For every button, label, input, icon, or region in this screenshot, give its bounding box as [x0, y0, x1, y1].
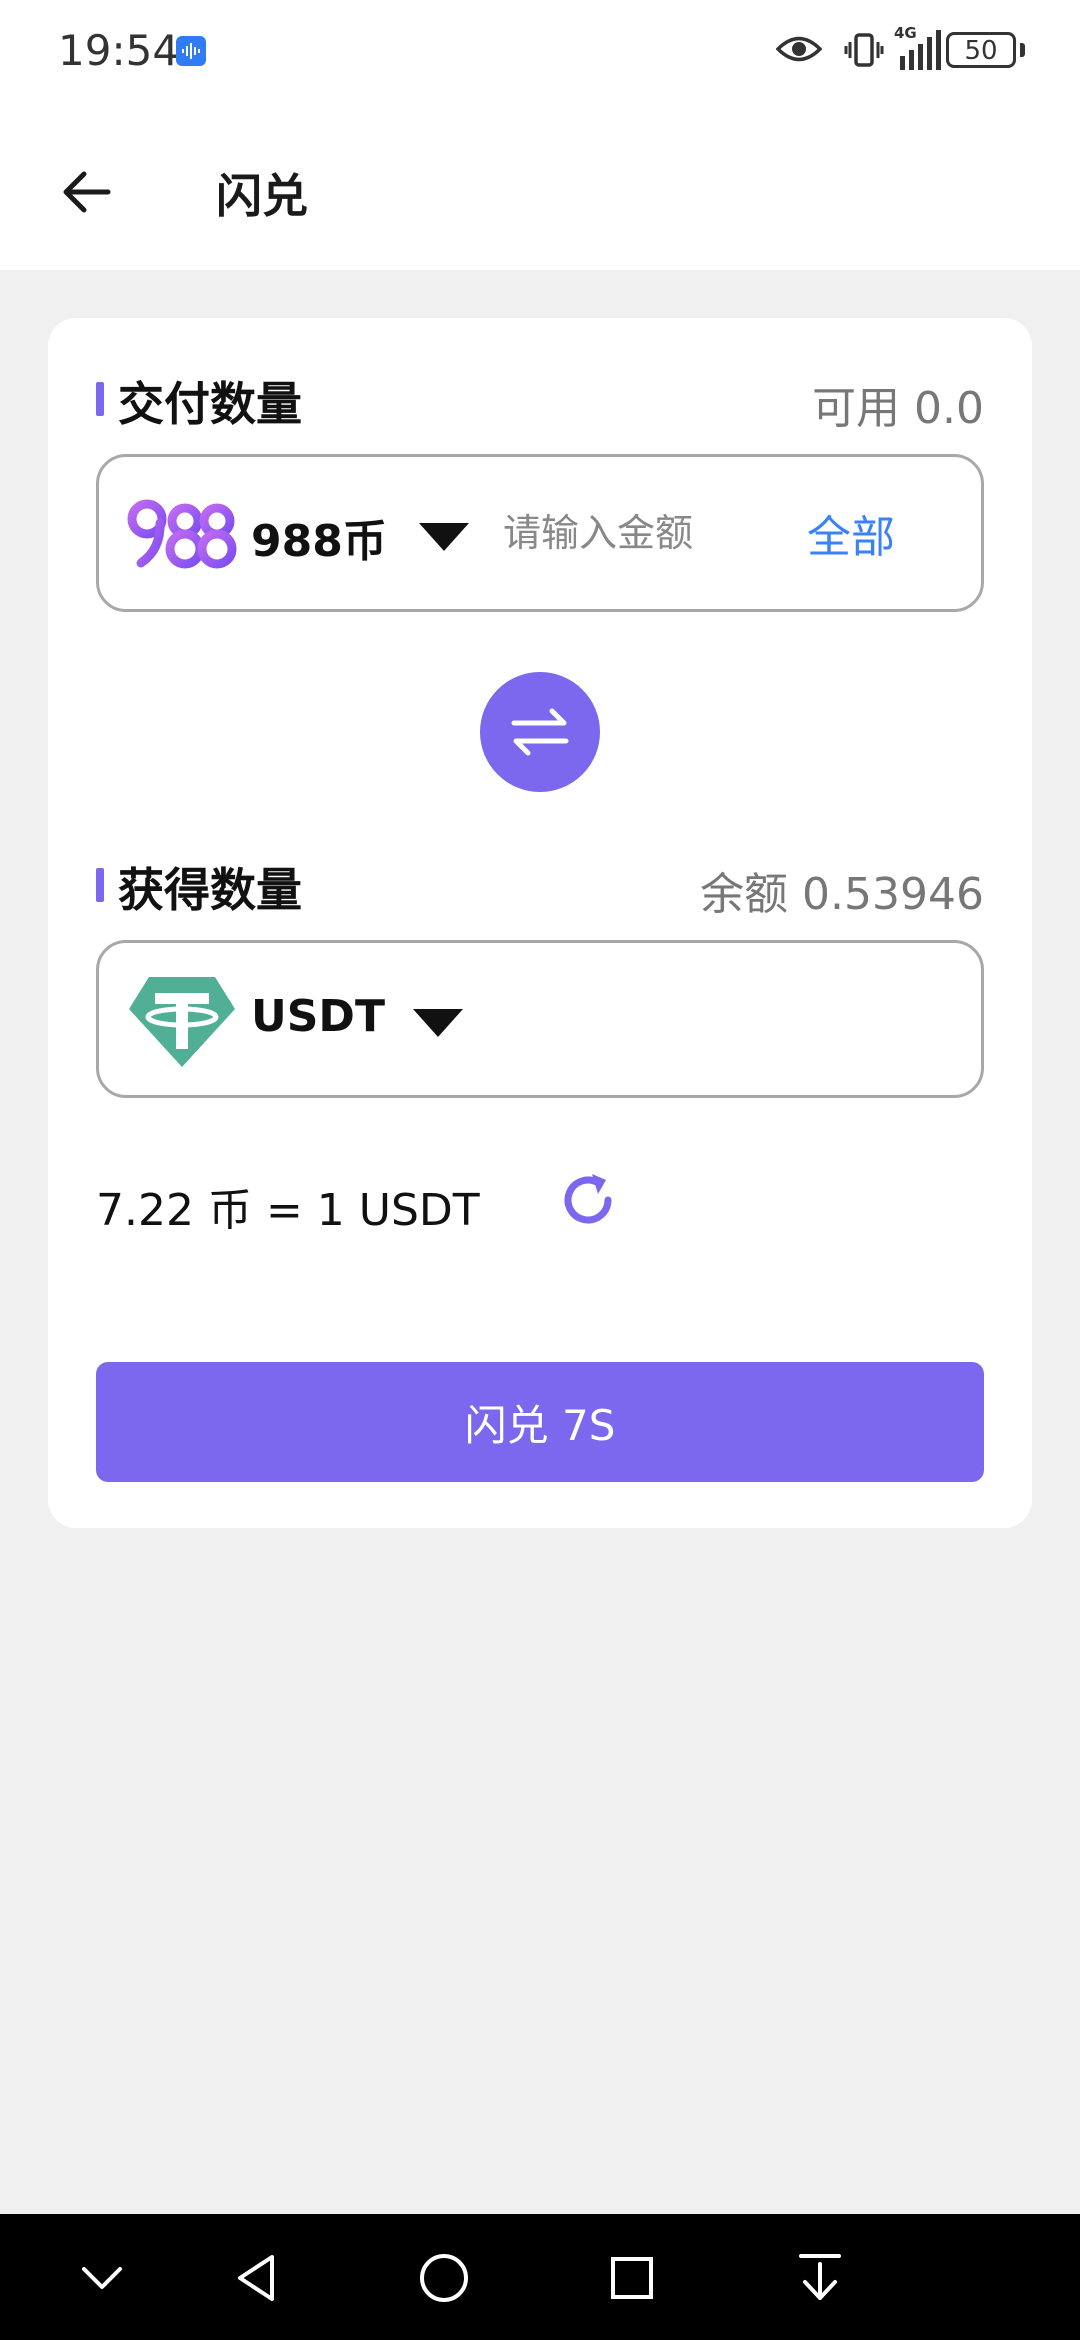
dropdown-arrow-icon[interactable]	[413, 1009, 463, 1037]
pay-coin-box: 988币 全部	[96, 454, 984, 612]
signal-icon	[900, 30, 941, 70]
back-button[interactable]	[48, 154, 124, 230]
receive-balance: 余额 0.53946	[700, 869, 984, 920]
download-arrow-icon	[799, 2254, 841, 2300]
nav-home-button[interactable]	[412, 2246, 476, 2310]
system-nav-bar	[0, 2214, 1080, 2340]
swap-button[interactable]	[480, 672, 600, 792]
nav-back-button[interactable]	[224, 2246, 288, 2310]
receive-section-title: 获得数量	[118, 863, 302, 917]
swap-arrows-icon	[511, 708, 569, 756]
recents-square-icon	[611, 2257, 653, 2299]
battery-tip	[1020, 43, 1025, 57]
exchange-rate-row: 7.22 币 = 1 USDT	[96, 1168, 696, 1238]
back-triangle-icon	[238, 2255, 274, 2301]
screen: 19:54 4G 50 闪兑 交付数量 可用 0.0 988币 请输入金额 全部…	[0, 0, 1080, 2340]
header: 闪兑	[0, 110, 1080, 270]
nav-download-button[interactable]	[788, 2246, 852, 2310]
page-title: 闪兑	[216, 169, 308, 223]
chevron-down-icon	[82, 2267, 122, 2289]
all-button[interactable]: 全部	[807, 501, 895, 565]
section-accent-bar	[96, 382, 104, 416]
status-bar: 19:54 4G 50	[0, 0, 1080, 110]
dropdown-arrow-icon[interactable]	[419, 523, 469, 551]
exchange-card: 交付数量 可用 0.0 988币 请输入金额 全部 获得数量 余额 0.5394…	[48, 318, 1032, 1528]
voice-icon	[176, 36, 206, 66]
nav-recents-button[interactable]	[600, 2246, 664, 2310]
amount-input[interactable]	[503, 497, 763, 569]
nav-collapse-button[interactable]	[70, 2246, 134, 2310]
exchange-button[interactable]: 闪兑 7S	[96, 1362, 984, 1482]
receive-coin-box: USDT	[96, 940, 984, 1098]
eye-icon	[776, 36, 822, 62]
receive-coin-name[interactable]: USDT	[251, 991, 385, 1042]
pay-section-title: 交付数量	[118, 377, 302, 431]
receive-section-header: 获得数量 余额 0.53946	[96, 854, 984, 920]
status-time: 19:54	[58, 26, 180, 75]
tether-logo-icon	[129, 977, 235, 1067]
home-circle-icon	[420, 2254, 468, 2302]
arrow-left-icon	[63, 171, 111, 213]
refresh-icon[interactable]	[558, 1170, 618, 1230]
vibrate-icon	[844, 33, 884, 67]
coin-988-logo-icon	[127, 499, 237, 569]
exchange-rate-text: 7.22 币 = 1 USDT	[96, 1185, 480, 1236]
battery-icon: 50	[946, 32, 1016, 68]
pay-coin-name[interactable]: 988币	[251, 505, 387, 569]
pay-section-header: 交付数量 可用 0.0	[96, 368, 984, 434]
battery-level: 50	[964, 36, 998, 66]
section-accent-bar	[96, 868, 104, 902]
available-balance: 可用 0.0	[812, 383, 984, 434]
